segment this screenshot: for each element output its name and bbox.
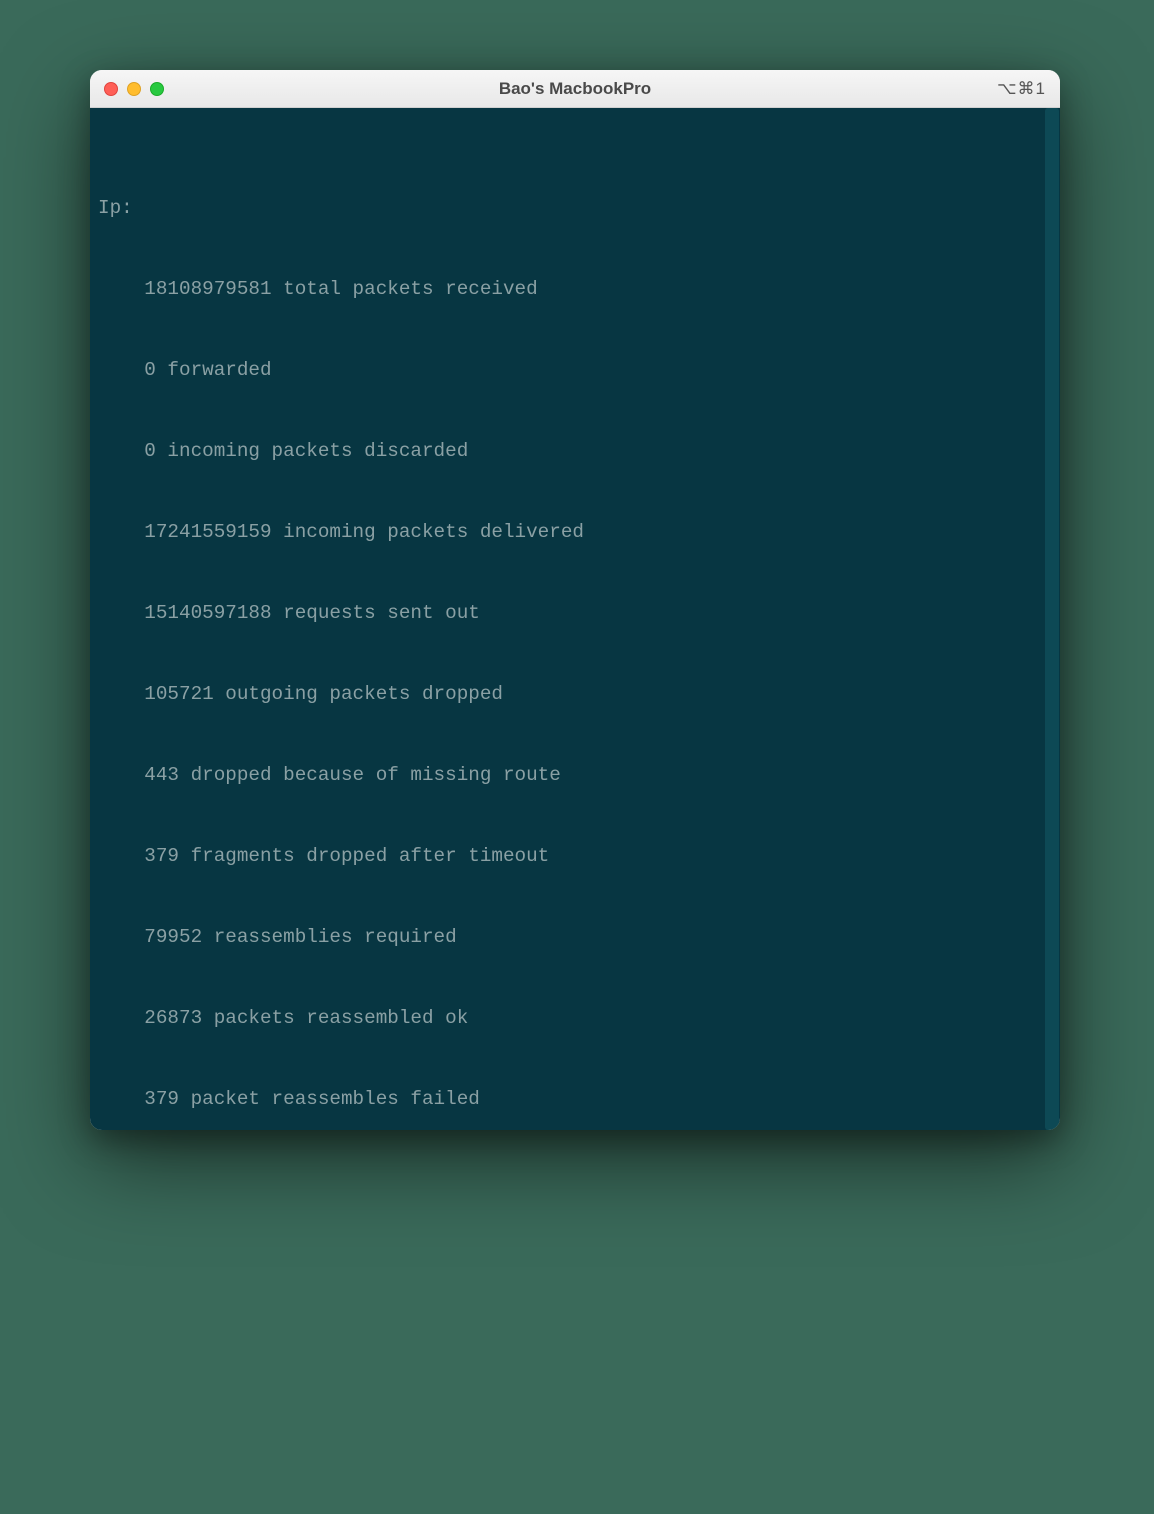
minimize-icon[interactable] [127, 82, 141, 96]
stat-line: 18108979581 total packets received [98, 276, 1052, 303]
terminal-body[interactable]: Ip: 18108979581 total packets received 0… [90, 108, 1060, 1130]
stat-line: 443 dropped because of missing route [98, 762, 1052, 789]
titlebar[interactable]: Bao's MacbookPro ⌥⌘1 [90, 70, 1060, 108]
stat-line: 0 incoming packets discarded [98, 438, 1052, 465]
stat-line: 15140597188 requests sent out [98, 600, 1052, 627]
scrollbar-thumb[interactable] [1045, 108, 1059, 1130]
stat-line: 379 fragments dropped after timeout [98, 843, 1052, 870]
terminal-window: Bao's MacbookPro ⌥⌘1 Ip: 18108979581 tot… [90, 70, 1060, 1130]
stat-line: 17241559159 incoming packets delivered [98, 519, 1052, 546]
stat-line: 79952 reassemblies required [98, 924, 1052, 951]
stat-line: 379 packet reassembles failed [98, 1086, 1052, 1113]
zoom-icon[interactable] [150, 82, 164, 96]
section-header: Ip: [98, 195, 1052, 222]
scrollbar[interactable] [1044, 108, 1060, 1130]
stat-line: 26873 packets reassembled ok [98, 1005, 1052, 1032]
window-shortcut: ⌥⌘1 [997, 79, 1046, 99]
window-title: Bao's MacbookPro [90, 79, 1060, 99]
window-controls [104, 82, 164, 96]
close-icon[interactable] [104, 82, 118, 96]
stat-line: 0 forwarded [98, 357, 1052, 384]
stat-line: 105721 outgoing packets dropped [98, 681, 1052, 708]
